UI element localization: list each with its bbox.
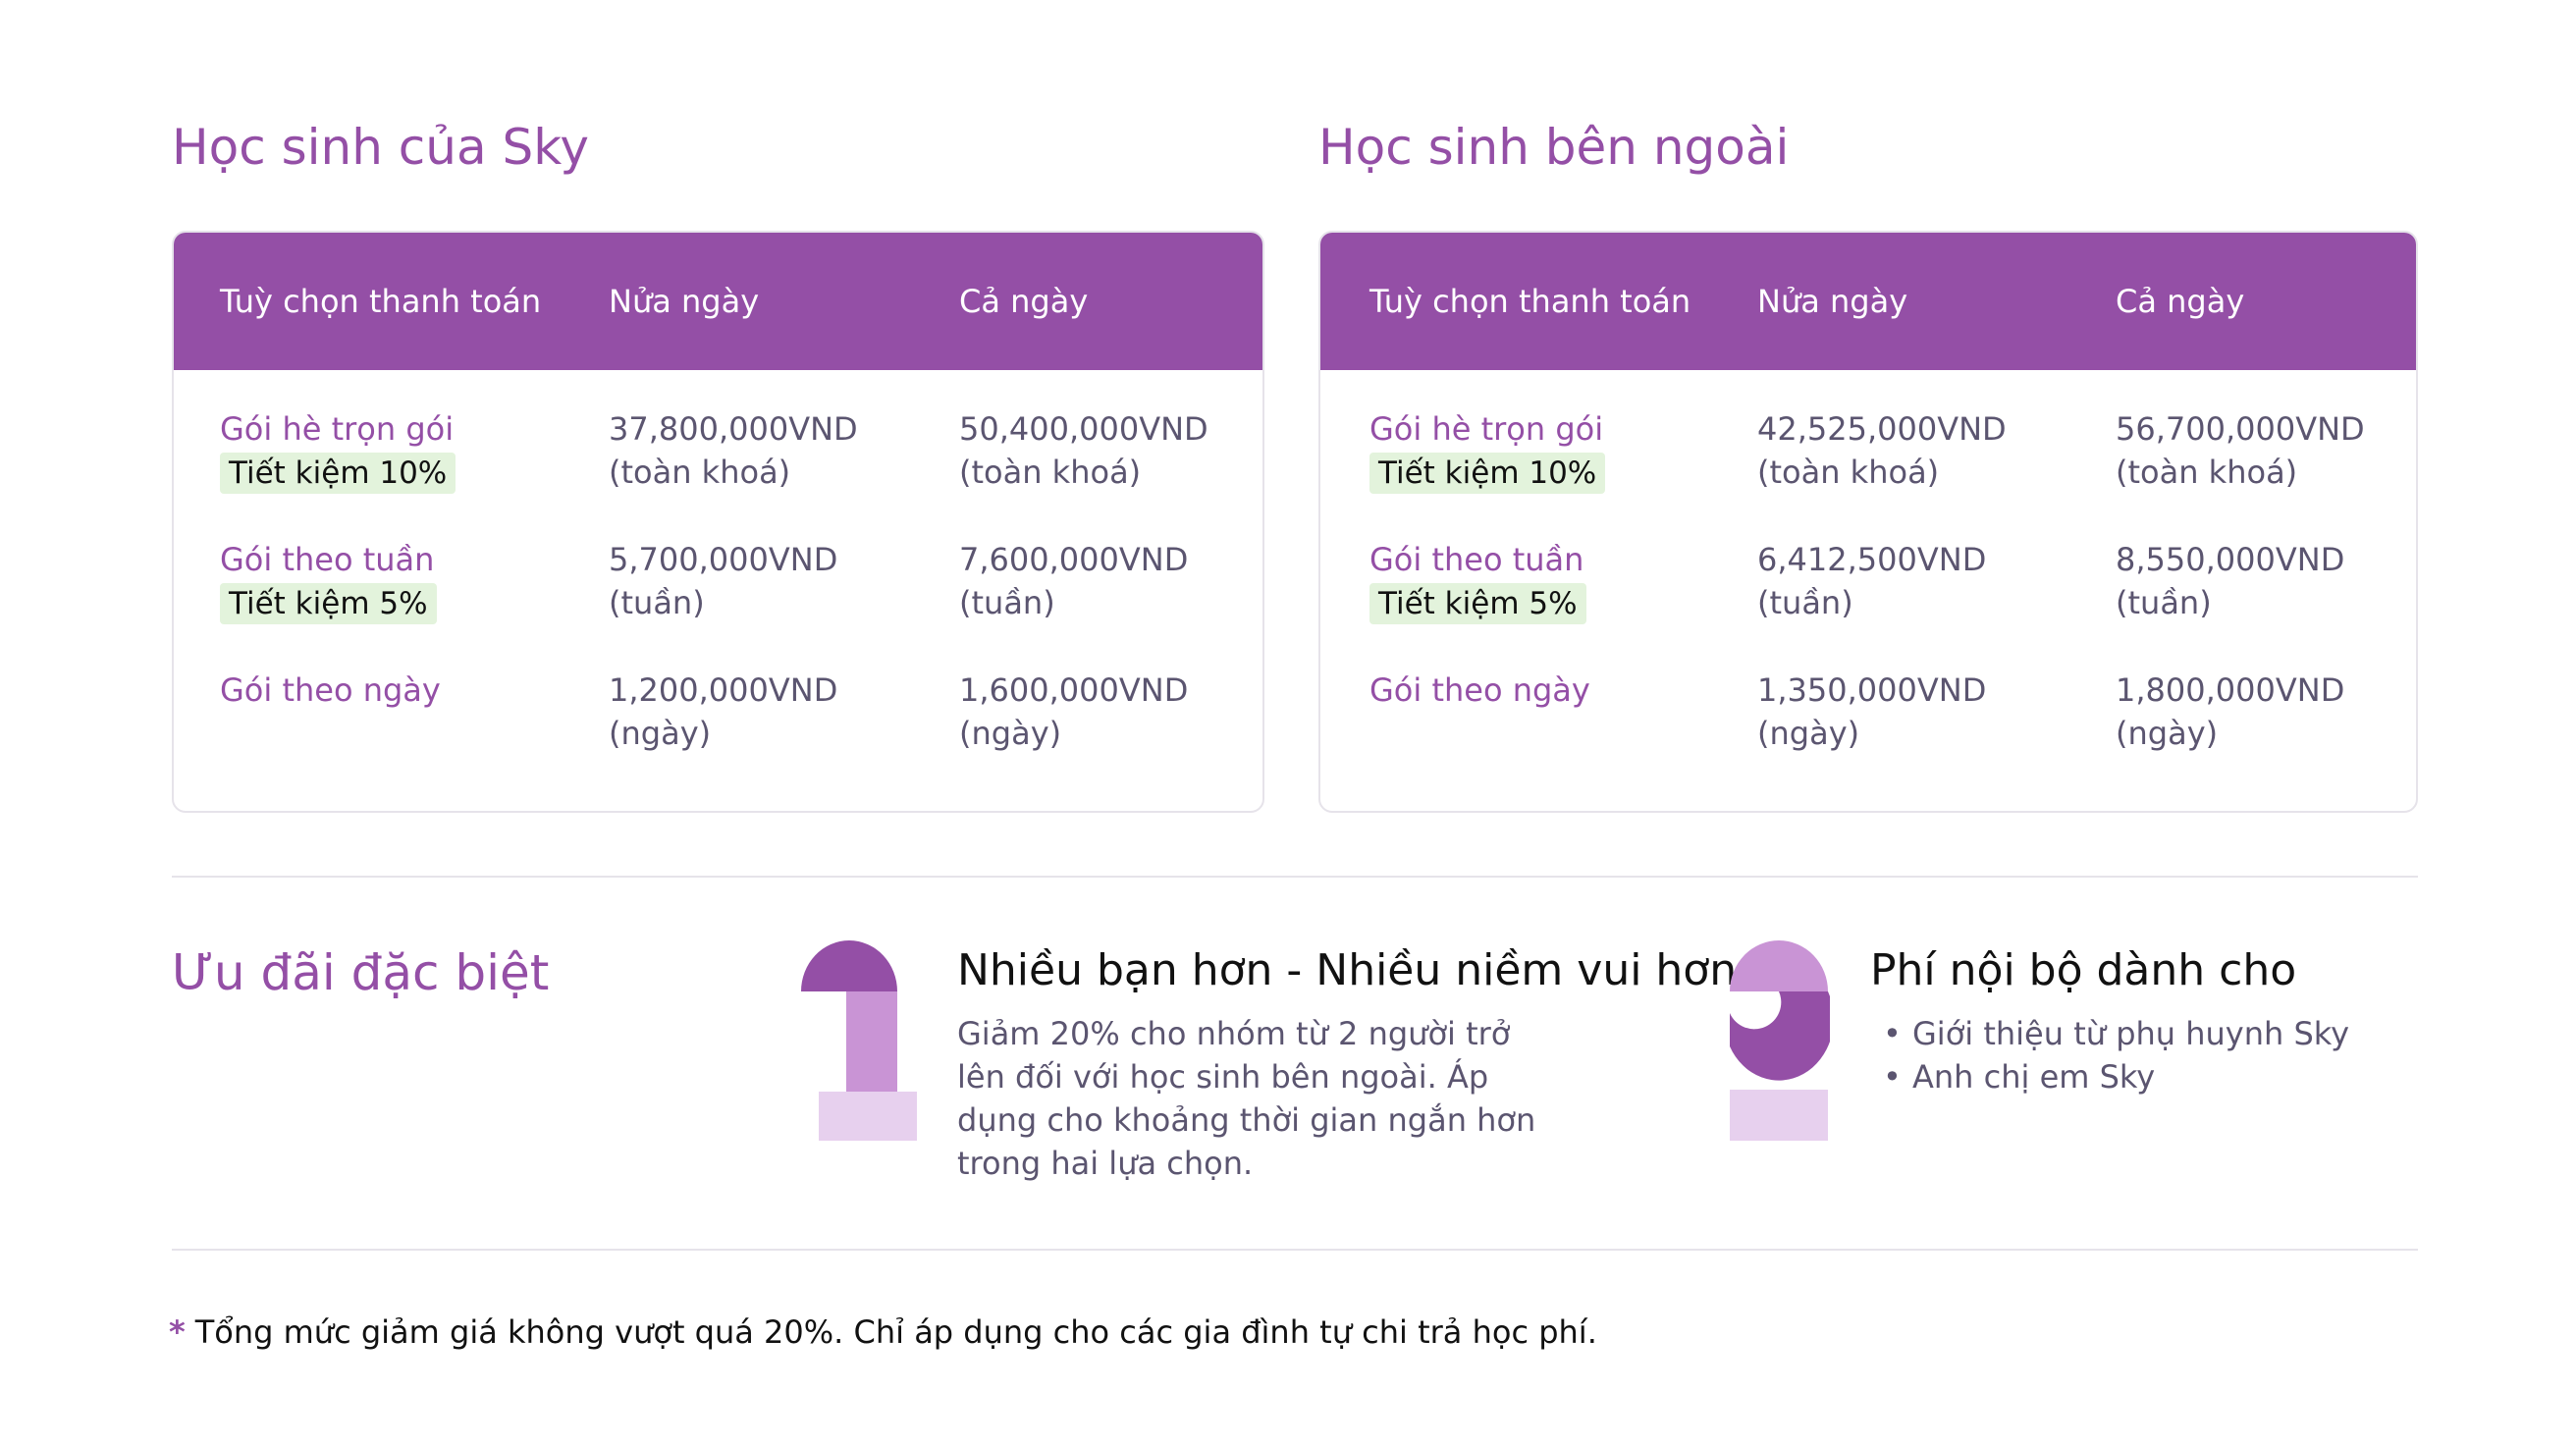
- package-cell: Gói theo ngày: [1369, 669, 1590, 712]
- package-name: Gói hè trọn gói: [220, 410, 455, 448]
- offer-1-title: Nhiều bạn hơn - Nhiều niềm vui hơn: [957, 945, 1738, 995]
- description-line: lên đối với học sinh bên ngoài. Áp: [957, 1058, 1489, 1096]
- table-header: Tuỳ chọn thanh toán Nửa ngày Cả ngày: [174, 233, 1262, 370]
- price: 5,700,000VND: [609, 541, 838, 578]
- price-unit: (tuần): [1757, 584, 1853, 621]
- header-full-day: Cả ngày: [959, 283, 1089, 320]
- outside-students-table: Tuỳ chọn thanh toán Nửa ngày Cả ngày Gói…: [1318, 231, 2418, 813]
- bullet-icon: •: [1883, 1015, 1902, 1052]
- savings-badge: Tiết kiệm 5%: [1369, 583, 1586, 624]
- header-full-day: Cả ngày: [2116, 283, 2245, 320]
- full-day-cell: 56,700,000VND (toàn khoá): [2116, 407, 2365, 494]
- outside-students-title: Học sinh bên ngoài: [1318, 119, 1790, 176]
- package-name: Gói theo tuần: [220, 541, 435, 578]
- price-unit: (toàn khoá): [2116, 454, 2298, 491]
- special-offers-title: Ưu đãi đặc biệt: [172, 944, 550, 1001]
- package-name: Gói theo tuần: [1369, 541, 1584, 578]
- header-payment-option: Tuỳ chọn thanh toán: [1369, 283, 1691, 320]
- price-unit: (ngày): [1757, 715, 1860, 752]
- savings-badge: Tiết kiệm 10%: [1369, 453, 1606, 494]
- savings-badge: Tiết kiệm 5%: [220, 583, 437, 624]
- half-day-cell: 1,200,000VND (ngày): [609, 669, 837, 755]
- section-divider: [172, 1249, 2418, 1251]
- sky-students-title: Học sinh của Sky: [172, 119, 589, 176]
- price-unit: (ngày): [2116, 715, 2219, 752]
- package-name: Gói hè trọn gói: [1369, 410, 1604, 448]
- package-cell: Gói hè trọn gói Tiết kiệm 10%: [220, 407, 456, 494]
- savings-badge: Tiết kiệm 10%: [220, 453, 456, 494]
- description-line: trong hai lựa chọn.: [957, 1145, 1254, 1182]
- price: 42,525,000VND: [1757, 410, 2007, 448]
- price: 37,800,000VND: [609, 410, 858, 448]
- package-name: Gói theo ngày: [220, 671, 441, 709]
- full-day-cell: 50,400,000VND (toàn khoá): [959, 407, 1208, 494]
- half-day-cell: 6,412,500VND (tuần): [1757, 538, 1986, 624]
- full-day-cell: 8,550,000VND (tuần): [2116, 538, 2344, 624]
- table-row: Gói theo ngày 1,350,000VND (ngày) 1,800,…: [1320, 669, 2416, 767]
- section-divider: [172, 876, 2418, 878]
- package-cell: Gói theo tuần Tiết kiệm 5%: [1369, 538, 1586, 624]
- price: 1,200,000VND: [609, 671, 838, 709]
- price-unit: (tuần): [2116, 584, 2212, 621]
- package-cell: Gói theo tuần Tiết kiệm 5%: [220, 538, 437, 624]
- header-payment-option: Tuỳ chọn thanh toán: [220, 283, 542, 320]
- price: 1,350,000VND: [1757, 671, 1987, 709]
- price-unit: (toàn khoá): [959, 454, 1142, 491]
- price-unit: (toàn khoá): [1757, 454, 1940, 491]
- footnote: * Tổng mức giảm giá không vượt quá 20%. C…: [169, 1311, 1597, 1354]
- sky-students-table: Tuỳ chọn thanh toán Nửa ngày Cả ngày Gói…: [172, 231, 1264, 813]
- number-one-graphic: [801, 940, 917, 1141]
- price-unit: (tuần): [959, 584, 1055, 621]
- price: 1,600,000VND: [959, 671, 1189, 709]
- header-half-day: Nửa ngày: [609, 283, 760, 320]
- price-unit: (ngày): [609, 715, 712, 752]
- list-item-text: Anh chị em Sky: [1912, 1058, 2156, 1096]
- half-day-cell: 5,700,000VND (tuần): [609, 538, 837, 624]
- price: 1,800,000VND: [2116, 671, 2345, 709]
- table-row: Gói theo tuần Tiết kiệm 5% 6,412,500VND …: [1320, 538, 2416, 636]
- price: 7,600,000VND: [959, 541, 1189, 578]
- half-day-cell: 1,350,000VND (ngày): [1757, 669, 1986, 755]
- list-item: • Anh chị em Sky: [1883, 1055, 2349, 1098]
- table-row: Gói hè trọn gói Tiết kiệm 10% 42,525,000…: [1320, 407, 2416, 506]
- price: 6,412,500VND: [1757, 541, 1987, 578]
- half-day-cell: 37,800,000VND (toàn khoá): [609, 407, 858, 494]
- bullet-icon: •: [1883, 1058, 1902, 1096]
- full-day-cell: 1,600,000VND (ngày): [959, 669, 1188, 755]
- package-cell: Gói hè trọn gói Tiết kiệm 10%: [1369, 407, 1606, 494]
- price: 8,550,000VND: [2116, 541, 2345, 578]
- description-line: dụng cho khoảng thời gian ngắn hơn: [957, 1101, 1536, 1139]
- package-cell: Gói theo ngày: [220, 669, 441, 712]
- table-row: Gói theo tuần Tiết kiệm 5% 5,700,000VND …: [174, 538, 1262, 636]
- list-item-text: Giới thiệu từ phụ huynh Sky: [1912, 1015, 2350, 1052]
- number-two-graphic: [1730, 940, 1830, 1141]
- package-name: Gói theo ngày: [1369, 671, 1590, 709]
- price-unit: (tuần): [609, 584, 705, 621]
- price: 50,400,000VND: [959, 410, 1208, 448]
- table-header: Tuỳ chọn thanh toán Nửa ngày Cả ngày: [1320, 233, 2416, 370]
- offer-2-list: • Giới thiệu từ phụ huynh Sky • Anh chị …: [1883, 1012, 2349, 1098]
- price-unit: (ngày): [959, 715, 1062, 752]
- description-line: Giảm 20% cho nhóm từ 2 người trở: [957, 1015, 1511, 1052]
- price-unit: (toàn khoá): [609, 454, 791, 491]
- full-day-cell: 7,600,000VND (tuần): [959, 538, 1188, 624]
- offer-1-description: Giảm 20% cho nhóm từ 2 người trở lên đối…: [957, 1012, 1535, 1185]
- table-row: Gói theo ngày 1,200,000VND (ngày) 1,600,…: [174, 669, 1262, 767]
- offer-2-title: Phí nội bộ dành cho: [1870, 945, 2297, 995]
- table-row: Gói hè trọn gói Tiết kiệm 10% 37,800,000…: [174, 407, 1262, 506]
- asterisk-icon: *: [169, 1313, 186, 1351]
- full-day-cell: 1,800,000VND (ngày): [2116, 669, 2344, 755]
- header-half-day: Nửa ngày: [1757, 283, 1908, 320]
- list-item: • Giới thiệu từ phụ huynh Sky: [1883, 1012, 2349, 1055]
- price: 56,700,000VND: [2116, 410, 2365, 448]
- half-day-cell: 42,525,000VND (toàn khoá): [1757, 407, 2007, 494]
- footnote-text: Tổng mức giảm giá không vượt quá 20%. Ch…: [194, 1313, 1597, 1351]
